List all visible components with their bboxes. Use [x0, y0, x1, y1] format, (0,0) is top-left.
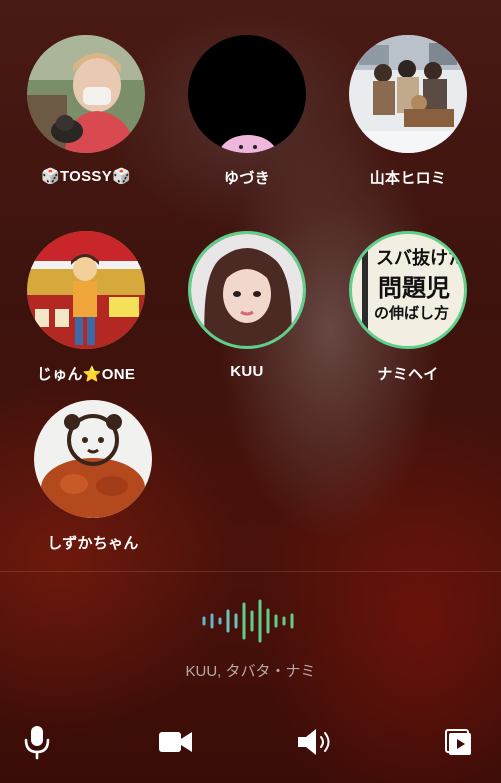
- participant-name: 山本ヒロミ: [369, 170, 447, 187]
- participant-tile-jun[interactable]: じゅん⭐ONE: [6, 231, 166, 384]
- avatar-kuu: [188, 231, 306, 349]
- participant-name: しずかちゃん: [47, 535, 139, 552]
- avatar-yuzuki: [188, 35, 306, 153]
- participant-tile-yamamoto[interactable]: 山本ヒロミ: [328, 35, 488, 188]
- screen-share-icon: [445, 729, 471, 755]
- avatar-yamamoto: [349, 35, 467, 153]
- speaker-button[interactable]: [296, 724, 336, 760]
- participant-name: KUU: [230, 363, 264, 380]
- divider: [0, 571, 501, 572]
- participant-tile-yuzuki[interactable]: ゆづき: [167, 35, 327, 188]
- participant-name: ナミヘイ: [377, 366, 439, 383]
- book-title-line: スバ抜けた: [376, 248, 466, 268]
- microphone-icon: [24, 726, 50, 760]
- participant-name: ゆづき: [224, 170, 270, 187]
- video-button[interactable]: [156, 724, 196, 760]
- screen-share-button[interactable]: [438, 724, 478, 760]
- voice-waveform-icon: [202, 599, 294, 643]
- speaker-icon: [298, 729, 330, 755]
- participant-tile-kuu[interactable]: KUU: [167, 231, 327, 380]
- active-speakers-label: KUU, タバタ・ナミ: [185, 663, 316, 680]
- participant-tile-tossy[interactable]: 🎲TOSSY🎲: [6, 35, 166, 185]
- microphone-button[interactable]: [17, 724, 57, 760]
- book-title-line: 問題児: [378, 275, 450, 302]
- avatar-jun: [27, 231, 145, 349]
- participant-name: じゅん⭐ONE: [36, 366, 136, 383]
- participant-tile-shizuka[interactable]: しずかちゃん: [13, 400, 173, 553]
- avatar-shizuka: [34, 400, 152, 518]
- participant-name: 🎲TOSSY🎲: [40, 168, 132, 185]
- video-camera-icon: [159, 732, 192, 752]
- book-title-line: の伸ばし方: [374, 305, 450, 322]
- participant-tile-namihei[interactable]: スバ抜けた 問題児 の伸ばし方 ナミヘイ: [328, 231, 488, 384]
- avatar-tossy: [27, 35, 145, 153]
- avatar-namihei: スバ抜けた 問題児 の伸ばし方: [349, 231, 467, 349]
